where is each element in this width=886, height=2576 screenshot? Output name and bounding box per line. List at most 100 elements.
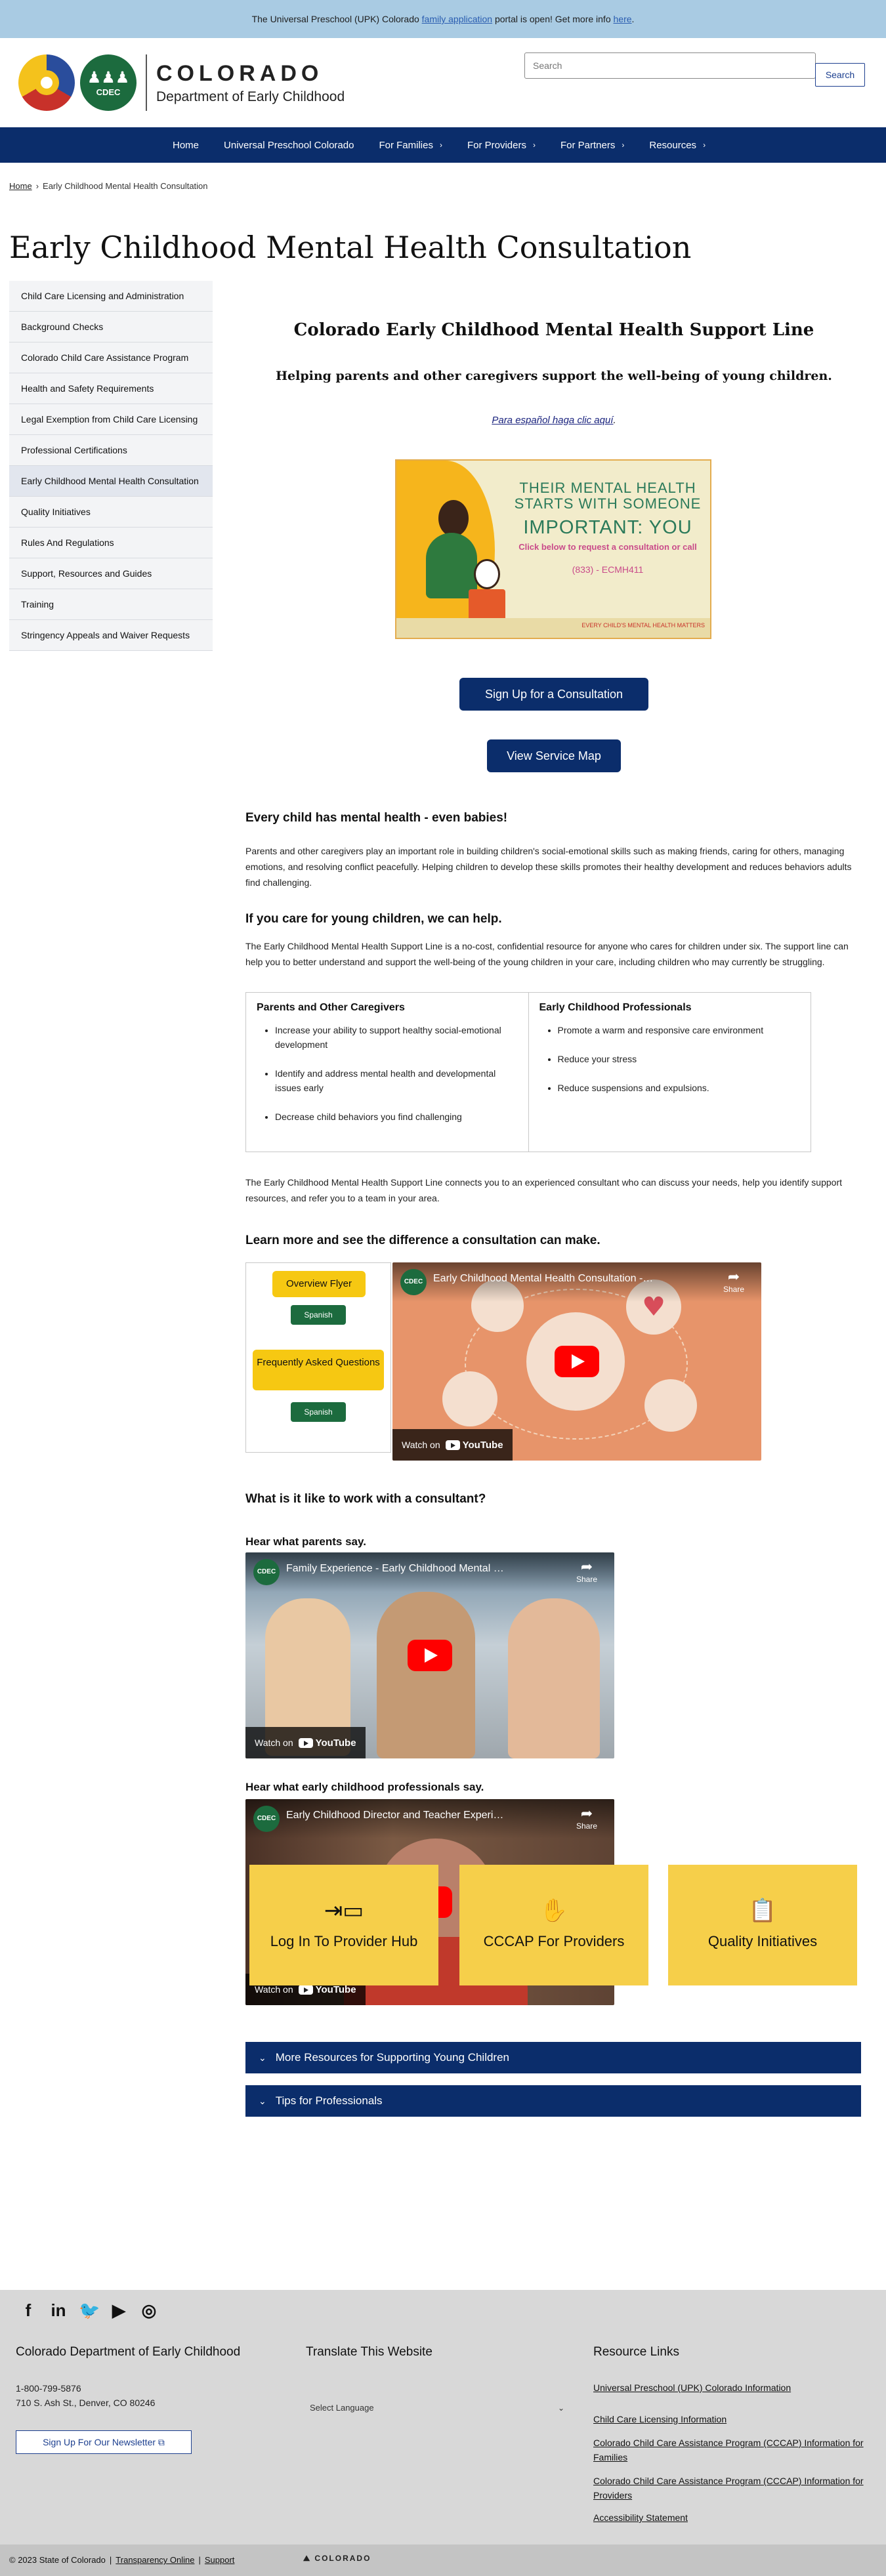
professionals-column-title: Early Childhood Professionals <box>539 1002 692 1013</box>
video-share-label: Share <box>723 1285 745 1294</box>
sidebar-item-legal-exemption[interactable]: Legal Exemption from Child Care Licensin… <box>9 404 213 435</box>
signup-consultation-button[interactable]: Sign Up for a Consultation <box>459 678 648 711</box>
youtube-label: YouTube <box>315 1984 356 1995</box>
video-share-button[interactable]: ➦ Share <box>574 1558 600 1585</box>
faq-button[interactable]: Frequently Asked Questions <box>253 1350 384 1390</box>
sidebar-item-ecmh-consultation[interactable]: Early Childhood Mental Health Consultati… <box>9 466 213 497</box>
mental-health-banner-image: THEIR MENTAL HEALTH STARTS WITH SOMEONE … <box>395 459 711 639</box>
accordion-tips-professionals[interactable]: ⌄ Tips for Professionals <box>245 2085 861 2117</box>
breadcrumb-current: Early Childhood Mental Health Consultati… <box>43 181 208 191</box>
watch-on-label: Watch on <box>255 1984 293 1995</box>
banner-phone: (833) - ECMH411 <box>572 564 644 575</box>
sidebar-item-quality-initiatives[interactable]: Quality Initiatives <box>9 497 213 528</box>
overview-flyer-spanish-button[interactable]: Spanish <box>291 1305 346 1325</box>
nav-item-for-families[interactable]: For Families › <box>366 127 455 163</box>
chevron-right-icon: › <box>533 140 536 150</box>
tile-label: CCCAP For Providers <box>483 1933 625 1949</box>
professionals-benefits-list: Promote a warm and responsive care envir… <box>539 1023 801 1095</box>
footer-bottom-bar: © 2023 State of Colorado | Transparency On… <box>0 2545 886 2576</box>
accordion-more-resources[interactable]: ⌄ More Resources for Supporting Young Chi… <box>245 2042 861 2073</box>
newsletter-signup-button[interactable]: Sign Up For Our Newsletter ⧉ <box>16 2430 192 2454</box>
video-title[interactable]: Early Childhood Director and Teacher Exp… <box>286 1810 507 1821</box>
audience-benefits-table: Parents and Other Caregivers Increase yo… <box>245 992 811 1152</box>
alert-family-application-link[interactable]: family application <box>422 14 492 24</box>
language-select[interactable]: Select Language ⌄ <box>306 2398 568 2419</box>
footer-link-cccap-providers[interactable]: Colorado Child Care Assistance Program (… <box>593 2474 875 2503</box>
hand-coin-icon: ✋ <box>539 1898 568 1924</box>
nav-item-label: Resources <box>649 139 697 151</box>
video-play-button[interactable] <box>555 1346 599 1377</box>
sidebar-item-cccap[interactable]: Colorado Child Care Assistance Program <box>9 343 213 373</box>
sidebar-item-background-checks[interactable]: Background Checks <box>9 312 213 343</box>
login-icon: ⇥▭ <box>324 1898 364 1924</box>
parents-video[interactable]: CDEC Family Experience - Early Childhood… <box>245 1552 614 1758</box>
professionals-say-heading: Hear what early childhood professionals … <box>245 1781 484 1793</box>
view-service-map-button[interactable]: View Service Map <box>487 739 621 772</box>
nav-item-for-providers[interactable]: For Providers › <box>455 127 548 163</box>
footer-link-cccap-families[interactable]: Colorado Child Care Assistance Program (… <box>593 2436 875 2464</box>
transparency-online-link[interactable]: Transparency Online <box>116 2555 194 2565</box>
watch-on-youtube-button[interactable]: Watch on YouTube <box>392 1429 513 1461</box>
learn-more-heading: Learn more and see the difference a cons… <box>245 1234 601 1247</box>
sidebar-item-rules-regulations[interactable]: Rules And Regulations <box>9 528 213 558</box>
video-channel-avatar[interactable]: CDEC <box>253 1806 280 1832</box>
video-child-figure <box>508 1598 600 1758</box>
nav-item-home[interactable]: Home <box>160 127 211 163</box>
colorado-footer-logo[interactable]: ⛰ COLORADO <box>303 2554 371 2564</box>
search-input[interactable] <box>524 52 816 79</box>
video-channel-avatar[interactable]: CDEC <box>400 1269 427 1295</box>
twitter-icon[interactable]: 🐦 <box>79 2300 100 2321</box>
nav-item-universal-preschool[interactable]: Universal Preschool Colorado <box>211 127 366 163</box>
youtube-icon[interactable]: ▶ <box>109 2300 129 2321</box>
watch-on-youtube-button[interactable]: Watch on YouTube <box>245 1727 366 1758</box>
video-title[interactable]: Early Childhood Mental Health Consultati… <box>433 1273 654 1285</box>
share-icon: ➦ <box>580 1558 593 1575</box>
sidebar-item-child-care-licensing[interactable]: Child Care Licensing and Administration <box>9 281 213 312</box>
footer-link-upk[interactable]: Universal Preschool (UPK) Colorado Infor… <box>593 2380 875 2395</box>
chevron-down-icon: ⌄ <box>259 2095 266 2106</box>
tile-provider-hub[interactable]: ⇥▭ Log In To Provider Hub <box>249 1865 438 1985</box>
every-child-heading: Every child has mental health - even bab… <box>245 811 508 825</box>
linkedin-icon[interactable]: in <box>49 2300 68 2321</box>
footer-link-licensing[interactable]: Child Care Licensing Information <box>593 2412 875 2426</box>
parents-column-title: Parents and Other Caregivers <box>257 1002 405 1013</box>
footer-link-accessibility[interactable]: Accessibility Statement <box>593 2510 875 2525</box>
video-channel-avatar[interactable]: CDEC <box>253 1559 280 1585</box>
search-button[interactable]: Search <box>815 63 865 87</box>
youtube-logo-icon: YouTube <box>298 1737 356 1749</box>
tile-cccap-providers[interactable]: ✋ CCCAP For Providers <box>459 1865 648 1985</box>
sidebar-item-health-safety[interactable]: Health and Safety Requirements <box>9 373 213 404</box>
support-link[interactable]: Support <box>205 2555 235 2565</box>
banner-stool <box>469 589 505 622</box>
chevron-right-icon: › <box>703 140 706 150</box>
banner-caregiver-head <box>438 500 469 537</box>
breadcrumb-home-link[interactable]: Home <box>9 181 32 191</box>
alert-more-info-link[interactable]: here <box>614 14 632 24</box>
nav-item-resources[interactable]: Resources › <box>637 127 718 163</box>
overview-flyer-button[interactable]: Overview Flyer <box>272 1271 366 1297</box>
espanol-link[interactable]: Para español haga clic aquí <box>492 415 613 426</box>
site-logo[interactable]: ♟♟♟ CDEC COLORADO Department of Early Ch… <box>18 50 345 115</box>
support-line-title: Colorado Early Childhood Mental Health S… <box>293 320 814 340</box>
brand-divider <box>146 54 147 111</box>
sidebar-item-stringency-appeals[interactable]: Stringency Appeals and Waiver Requests <box>9 620 213 651</box>
video-title[interactable]: Family Experience - Early Childhood Ment… <box>286 1563 507 1575</box>
colorado-logo-icon <box>18 54 75 111</box>
sidebar-item-training[interactable]: Training <box>9 589 213 620</box>
video-share-button[interactable]: ➦ Share <box>574 1806 600 1831</box>
instagram-icon[interactable]: ◎ <box>139 2300 159 2321</box>
tile-quality-initiatives[interactable]: 📋 Quality Initiatives <box>668 1865 857 1985</box>
nav-item-for-partners[interactable]: For Partners › <box>548 127 637 163</box>
clipboard-check-icon: 📋 <box>748 1898 777 1924</box>
facebook-icon[interactable]: f <box>18 2300 38 2321</box>
consultation-video[interactable]: ♥ CDEC Early Childhood Mental Health Con… <box>392 1262 761 1461</box>
share-icon: ➦ <box>580 1805 593 1821</box>
video-share-button[interactable]: ➦ Share <box>721 1269 747 1295</box>
footer-translate-title: Translate This Website <box>306 2345 432 2359</box>
faq-spanish-button[interactable]: Spanish <box>291 1402 346 1422</box>
video-decor-bubble <box>644 1379 697 1432</box>
sidebar-item-support-resources[interactable]: Support, Resources and Guides <box>9 558 213 589</box>
sidebar-item-professional-certifications[interactable]: Professional Certifications <box>9 435 213 466</box>
banner-headline-emphasis: IMPORTANT: YOU <box>523 517 692 538</box>
video-play-button[interactable] <box>408 1640 452 1671</box>
